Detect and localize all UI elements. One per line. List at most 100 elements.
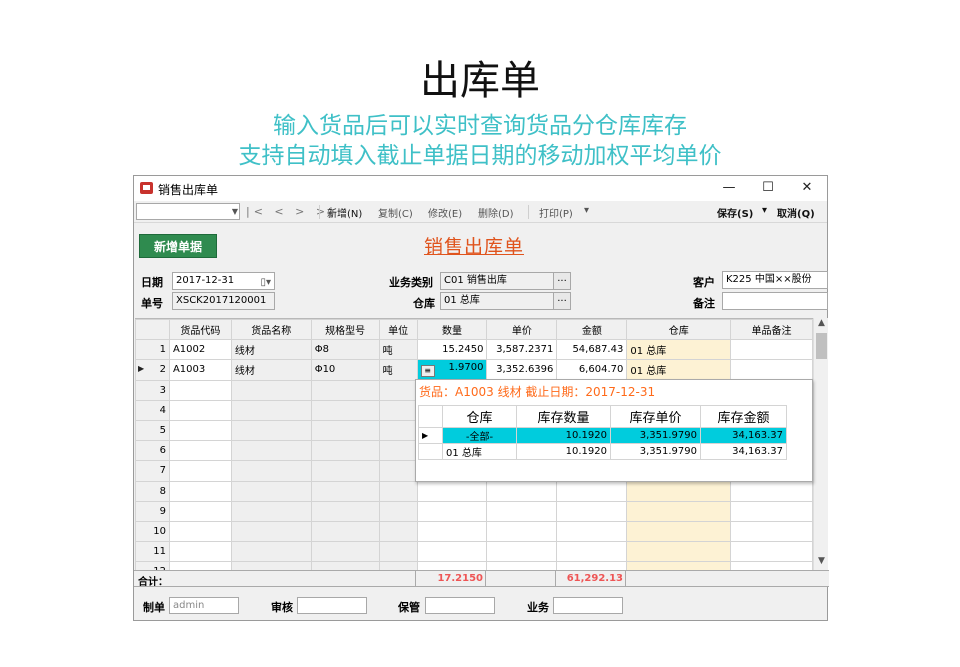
cell-note[interactable] — [730, 520, 813, 543]
new-document-button[interactable]: 新增单据 — [139, 234, 217, 258]
cell-note[interactable] — [730, 500, 813, 522]
cell-note[interactable] — [730, 339, 813, 361]
close-button[interactable]: ✕ — [792, 178, 822, 198]
cell-qty[interactable] — [416, 480, 488, 502]
table-row[interactable]: 1 A1002 线材 Φ8 吨 15.2450 3,587.2371 54,68… — [135, 339, 813, 361]
save-button[interactable]: 保存(S) — [717, 205, 753, 220]
new-record-button[interactable]: 新增(N) — [327, 205, 362, 220]
cell-amount[interactable]: 54,687.43 — [556, 339, 628, 361]
header-note[interactable]: 单品备注 — [730, 319, 813, 341]
cell-warehouse[interactable] — [626, 520, 732, 543]
cell-code[interactable] — [168, 500, 232, 522]
cell-code[interactable] — [168, 561, 232, 570]
cell-warehouse[interactable] — [626, 480, 732, 502]
date-field[interactable]: 2017-12-31 ▯▾ — [172, 272, 275, 290]
cell-code[interactable] — [168, 541, 232, 563]
cell-qty-active[interactable]: ≡ 1.9700 — [416, 359, 488, 381]
table-row[interactable]: ▶ 2 A1003 线材 Φ10 吨 ≡ 1.9700 3,352.6396 6,6… — [135, 359, 813, 381]
cell-code[interactable]: A1002 — [168, 339, 232, 361]
cell-note[interactable] — [730, 359, 813, 381]
cell-note[interactable] — [730, 541, 813, 563]
cell-code[interactable] — [168, 460, 232, 482]
cell-price[interactable] — [486, 520, 558, 543]
cell-warehouse[interactable] — [626, 500, 732, 522]
header-price[interactable]: 单价 — [486, 319, 558, 341]
stock-cell-amount[interactable]: 34,163.37 — [700, 443, 787, 460]
cell-code[interactable] — [168, 399, 232, 421]
cell-warehouse[interactable]: 01 总库 — [626, 359, 732, 381]
cell-warehouse[interactable] — [626, 541, 732, 563]
stock-cell-amount[interactable]: 34,163.37 — [700, 427, 787, 444]
header-amount[interactable]: 金额 — [556, 319, 628, 341]
cell-price[interactable]: 3,352.6396 — [486, 359, 558, 381]
header-code[interactable]: 货品代码 — [168, 319, 232, 341]
cancel-button[interactable]: 取消(Q) — [777, 205, 815, 220]
customer-field[interactable]: K225 中国××股份 — [722, 271, 828, 289]
calendar-icon[interactable]: ▯▾ — [260, 275, 271, 289]
stock-cell-price[interactable]: 3,351.9790 — [610, 443, 701, 460]
copy-button[interactable]: 复制(C) — [378, 205, 413, 220]
minimize-button[interactable]: — — [714, 178, 744, 198]
save-dropdown-icon[interactable]: ▾ — [762, 205, 767, 216]
header-warehouse[interactable]: 仓库 — [626, 319, 732, 341]
stock-cell-qty[interactable]: 10.1920 — [516, 427, 611, 444]
cell-price[interactable] — [486, 480, 558, 502]
warehouse-lookup-button[interactable]: ... — [553, 293, 570, 309]
table-row[interactable]: 10 — [135, 520, 813, 543]
biz-type-lookup-button[interactable]: ... — [553, 273, 570, 289]
scrollbar-thumb[interactable] — [816, 333, 827, 359]
maximize-button[interactable]: ☐ — [753, 178, 783, 198]
table-row[interactable]: 12 — [135, 561, 813, 570]
stock-row-selected[interactable]: ▶ -全部- 10.1920 3,351.9790 34,163.37 — [418, 427, 787, 444]
cell-code[interactable] — [168, 419, 232, 442]
cell-note[interactable] — [730, 480, 813, 502]
cell-warehouse[interactable] — [626, 561, 732, 570]
chevron-down-icon[interactable]: ▼ — [814, 556, 829, 570]
table-row[interactable]: 8 — [135, 480, 813, 502]
header-qty[interactable]: 数量 — [416, 319, 488, 341]
stock-cell-price[interactable]: 3,351.9790 — [610, 427, 701, 444]
print-button[interactable]: 打印(P) — [539, 205, 573, 220]
stock-cell-qty[interactable]: 10.1920 — [516, 443, 611, 460]
cell-amount[interactable]: 6,604.70 — [556, 359, 628, 381]
edit-button[interactable]: 修改(E) — [428, 205, 462, 220]
cell-note[interactable] — [730, 561, 813, 570]
cell-code[interactable] — [168, 440, 232, 462]
table-row[interactable]: 11 — [135, 541, 813, 563]
print-dropdown-icon[interactable]: ▾ — [584, 205, 589, 216]
stock-cell-warehouse[interactable]: 01 总库 — [442, 443, 517, 460]
cell-amount[interactable] — [556, 480, 628, 502]
delete-button[interactable]: 删除(D) — [478, 205, 514, 220]
header-name[interactable]: 货品名称 — [230, 319, 312, 341]
grid-scrollbar[interactable]: ▲ ▼ — [813, 318, 828, 570]
cell-warehouse[interactable]: 01 总库 — [626, 339, 732, 361]
cell-price[interactable] — [486, 541, 558, 563]
cell-code[interactable]: A1003 — [168, 359, 232, 381]
header-spec[interactable]: 规格型号 — [310, 319, 380, 341]
table-row[interactable]: 9 — [135, 500, 813, 522]
biz-type-field[interactable]: C01 销售出库... — [440, 272, 571, 290]
stock-cell-warehouse[interactable]: -全部- — [442, 427, 517, 444]
cell-qty[interactable] — [416, 520, 488, 543]
chevron-up-icon[interactable]: ▲ — [814, 318, 829, 332]
record-navigator[interactable]: |< < > >| — [246, 205, 337, 218]
cell-amount[interactable] — [556, 561, 628, 570]
warehouse-field[interactable]: 01 总库... — [440, 292, 571, 310]
stock-lookup-icon[interactable]: ≡ — [420, 365, 435, 378]
cell-qty[interactable] — [416, 541, 488, 563]
cell-amount[interactable] — [556, 541, 628, 563]
stock-row[interactable]: 01 总库 10.1920 3,351.9790 34,163.37 — [418, 443, 787, 460]
cell-amount[interactable] — [556, 520, 628, 543]
remark-field[interactable] — [722, 292, 828, 310]
cell-amount[interactable] — [556, 500, 628, 522]
cell-qty[interactable] — [416, 500, 488, 522]
cell-qty[interactable] — [416, 561, 488, 570]
cell-code[interactable] — [168, 480, 232, 502]
cell-code[interactable] — [168, 379, 232, 401]
cell-price[interactable]: 3,587.2371 — [486, 339, 558, 361]
cell-qty[interactable]: 15.2450 — [416, 339, 488, 361]
header-unit[interactable]: 单位 — [378, 319, 418, 341]
cell-price[interactable] — [486, 561, 558, 570]
toolbar-combo[interactable]: ▼ — [136, 203, 240, 220]
cell-code[interactable] — [168, 520, 232, 543]
